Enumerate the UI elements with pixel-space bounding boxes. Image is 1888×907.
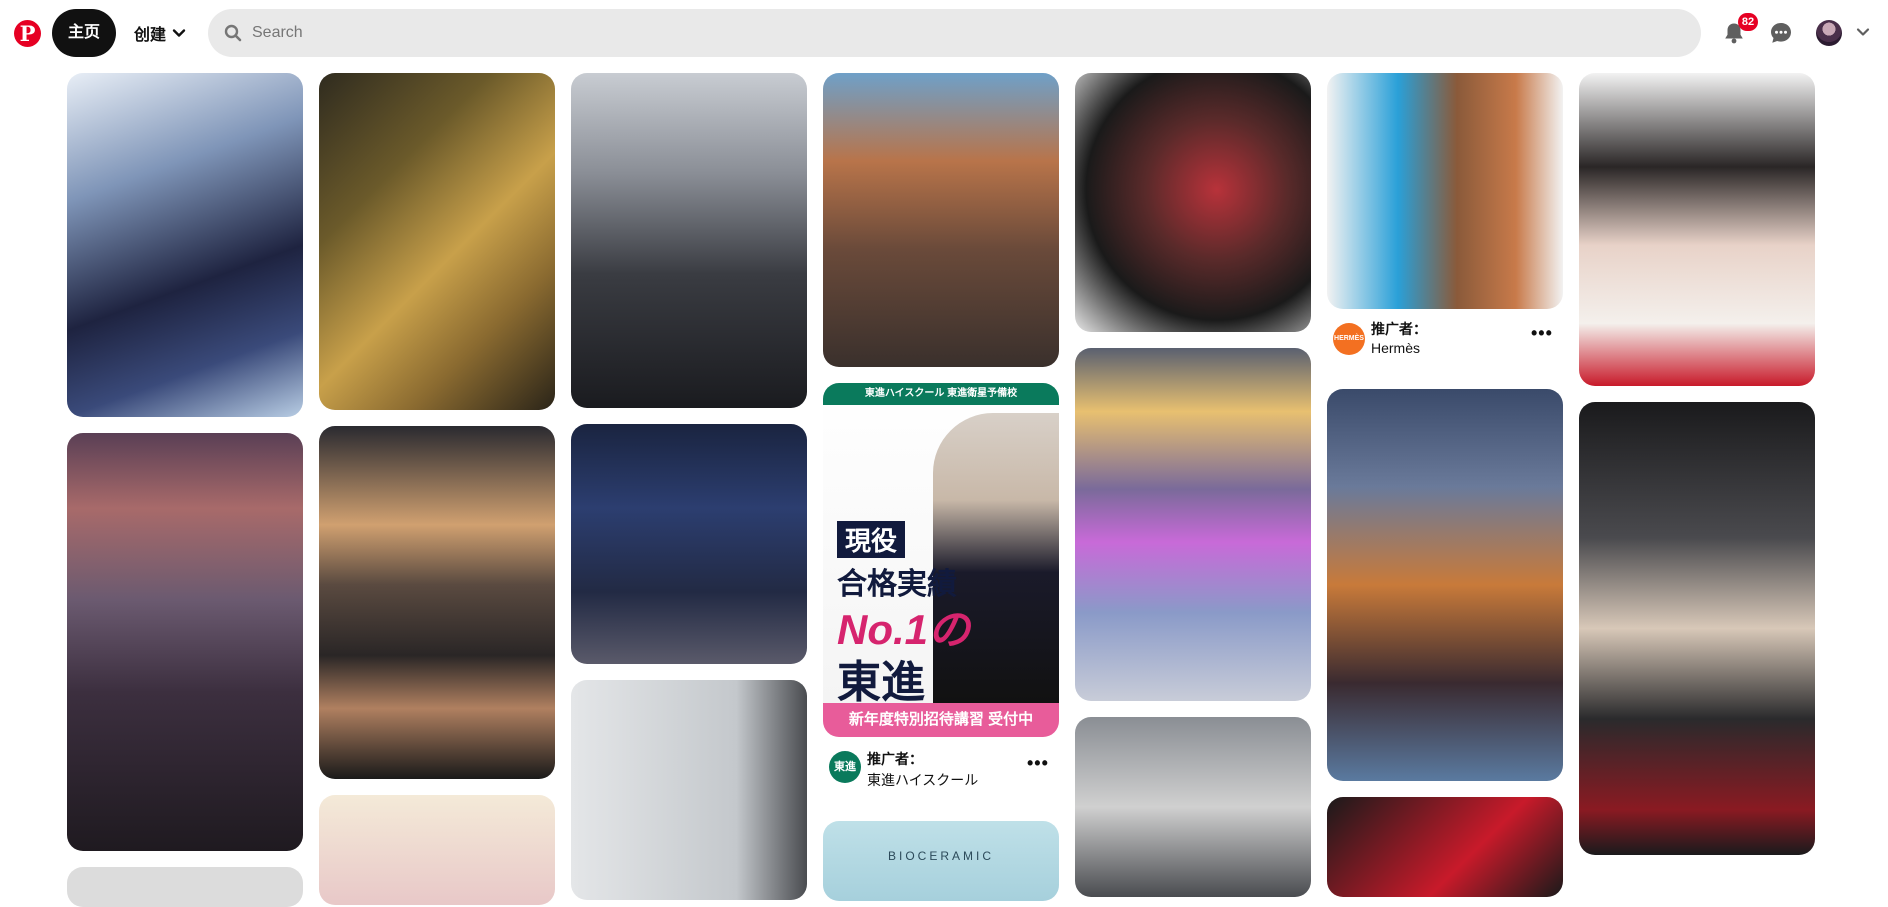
promoted-by-label: 推广者： — [1371, 321, 1427, 337]
promoter-name[interactable]: Hermès — [1371, 340, 1420, 356]
pin-card[interactable] — [1327, 797, 1563, 897]
pin-card[interactable] — [67, 73, 303, 417]
promoted-by-label: 推广者： — [867, 751, 923, 767]
avatar[interactable] — [1816, 20, 1842, 46]
promoter-logo[interactable]: HERMÈS — [1333, 323, 1365, 355]
messages-button[interactable] — [1765, 17, 1797, 49]
notification-count-badge: 82 — [1738, 13, 1758, 31]
more-options-button[interactable]: ••• — [1531, 323, 1553, 344]
pin-card[interactable] — [67, 867, 303, 907]
pin-card[interactable] — [1579, 73, 1815, 386]
more-options-button[interactable]: ••• — [1027, 753, 1049, 774]
search-input[interactable] — [250, 23, 1654, 43]
pin-caption: BIOCERAMIC — [887, 849, 994, 863]
notifications-button[interactable]: 82 — [1718, 13, 1758, 49]
home-button[interactable]: 主页 — [52, 9, 116, 57]
pin-card[interactable] — [1075, 348, 1311, 701]
pin-card[interactable] — [1075, 717, 1311, 897]
ad-headline-1: 現役 — [837, 521, 906, 558]
promoted-by-footer: 東進 推广者： 東進ハイスクール ••• — [823, 745, 1059, 795]
pinterest-icon[interactable]: P — [14, 20, 41, 47]
chevron-down-icon[interactable] — [1856, 25, 1870, 39]
create-menu-button[interactable]: 创建 — [124, 9, 196, 57]
create-label: 创建 — [134, 27, 167, 44]
ad-header-text: 東進ハイスクール 東進衛星予備校 — [823, 383, 1059, 405]
pin-card[interactable] — [1327, 389, 1563, 781]
pin-card[interactable] — [1327, 73, 1563, 309]
pin-card[interactable] — [823, 73, 1059, 367]
pin-card[interactable] — [571, 424, 807, 664]
promoted-pin-card[interactable]: 東進ハイスクール 東進衛星予備校 現役 合格実績 No.1の 東進 新年度特別招… — [823, 383, 1059, 737]
pin-card[interactable] — [319, 426, 555, 779]
top-navigation-bar: P 主页 创建 82 — [0, 0, 1888, 66]
pin-card[interactable] — [319, 795, 555, 905]
ad-portrait — [933, 413, 1059, 703]
ad-headline-4: 東進 — [837, 658, 925, 707]
chat-icon — [1771, 23, 1791, 43]
promoted-by-footer: HERMÈS 推广者： Hermès ••• — [1327, 317, 1563, 367]
promoter-name[interactable]: 東進ハイスクール — [867, 770, 978, 790]
chevron-down-icon — [172, 29, 186, 37]
pin-card[interactable] — [571, 680, 807, 900]
pin-card[interactable] — [319, 73, 555, 410]
pin-card[interactable] — [1579, 402, 1815, 855]
pin-card[interactable] — [67, 433, 303, 851]
pin-card[interactable] — [571, 73, 807, 408]
search-icon — [224, 24, 242, 42]
pin-card[interactable]: BIOCERAMIC — [823, 821, 1059, 901]
pin-card[interactable] — [1075, 73, 1311, 332]
promoter-logo[interactable]: 東進 — [829, 751, 861, 783]
ad-cta-banner: 新年度特別招待講習 受付中 — [823, 703, 1059, 737]
search-bar[interactable] — [208, 9, 1701, 57]
